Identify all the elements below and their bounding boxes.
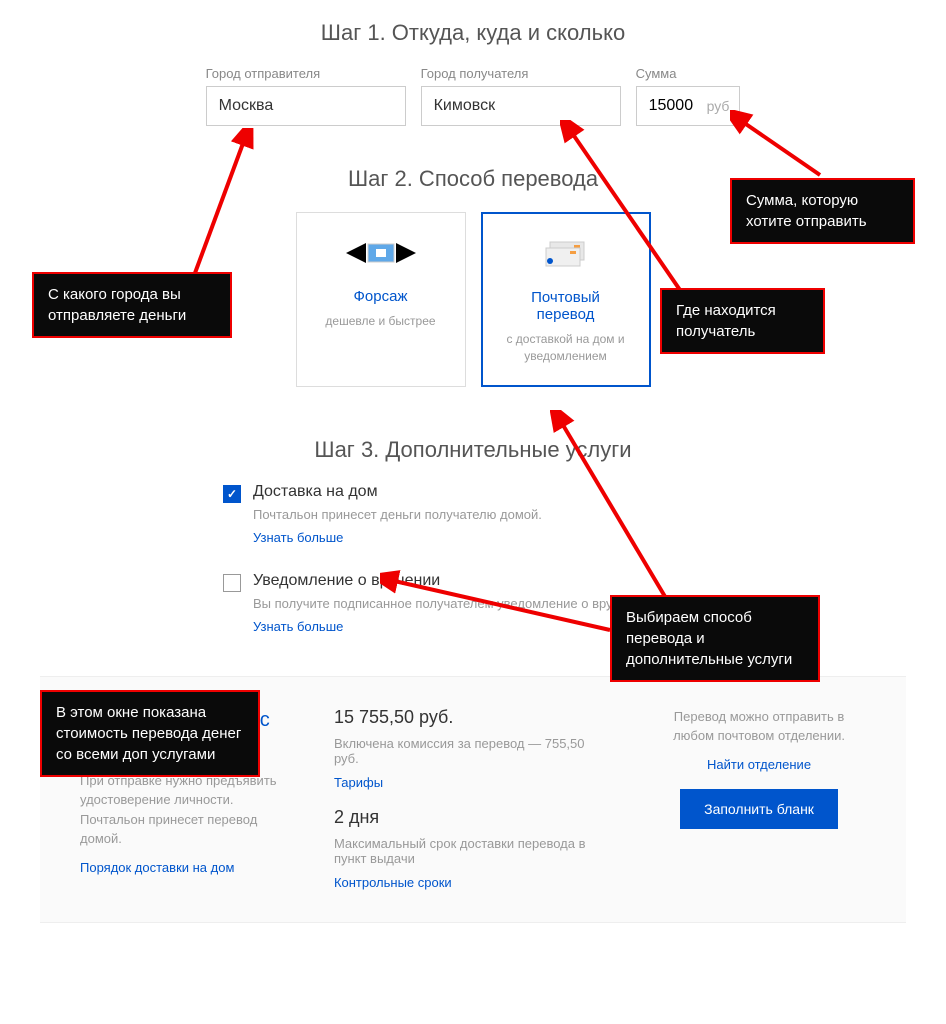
card-forsazh[interactable]: Форсаж дешевле и быстрее <box>296 212 466 387</box>
opt1-desc: Почтальон принесет деньги получателю дом… <box>253 506 723 524</box>
price-note: Включена комиссия за перевод — 755,50 ру… <box>334 736 612 766</box>
delivery-order-link[interactable]: Порядок доставки на дом <box>80 860 234 875</box>
amount-label: Сумма <box>636 66 741 81</box>
amount-input[interactable] <box>637 87 707 125</box>
card2-title: Почтовый перевод <box>503 289 629 323</box>
from-label: Город отправителя <box>206 66 406 81</box>
find-office-link[interactable]: Найти отделение <box>707 757 811 772</box>
opt2-link[interactable]: Узнать больше <box>253 619 343 634</box>
tariff-link[interactable]: Тарифы <box>334 775 383 790</box>
summary-desc: При отправке нужно предъявить удостовере… <box>80 771 294 849</box>
days-link[interactable]: Контрольные сроки <box>334 875 452 890</box>
forsazh-icon <box>317 233 445 273</box>
to-label: Город получателя <box>421 66 621 81</box>
card1-sub: дешевле и быстрее <box>317 313 445 330</box>
opt1-title: Доставка на дом <box>253 483 723 501</box>
right-text: Перевод можно отправить в любом почтовом… <box>652 707 866 746</box>
card-postal[interactable]: Почтовый перевод с доставкой на дом и ув… <box>481 212 651 387</box>
step1-title: Шаг 1. Откуда, куда и сколько <box>40 20 906 46</box>
amount-unit: руб <box>707 98 740 114</box>
callout-method: Выбираем способ перевода и дополнительны… <box>610 595 820 682</box>
card1-title: Форсаж <box>317 288 445 305</box>
callout-amount: Сумма, которую хотите отправить <box>730 178 915 244</box>
callout-from: С какого города вы отправляете деньги <box>32 272 232 338</box>
step1-fields: Город отправителя Город получателя Сумма… <box>40 66 906 126</box>
checkbox-notification[interactable] <box>223 574 241 592</box>
opt1-link[interactable]: Узнать больше <box>253 530 343 545</box>
to-city-input[interactable] <box>421 86 621 126</box>
step3-title: Шаг 3. Дополнительные услуги <box>40 437 906 463</box>
total-price: 15 755,50 руб. <box>334 707 612 728</box>
callout-cost: В этом окне показана стоимость перевода … <box>40 690 260 777</box>
checkbox-delivery[interactable] <box>223 485 241 503</box>
days-note: Максимальный срок доставки перевода в пу… <box>334 836 612 866</box>
postal-icon <box>503 234 629 274</box>
from-city-input[interactable] <box>206 86 406 126</box>
opt2-title: Уведомление о вручении <box>253 572 723 590</box>
fill-form-button[interactable]: Заполнить бланк <box>680 789 838 829</box>
callout-to: Где находится получатель <box>660 288 825 354</box>
delivery-days: 2 дня <box>334 807 612 828</box>
card2-sub: с доставкой на дом и уведомлением <box>503 331 629 365</box>
